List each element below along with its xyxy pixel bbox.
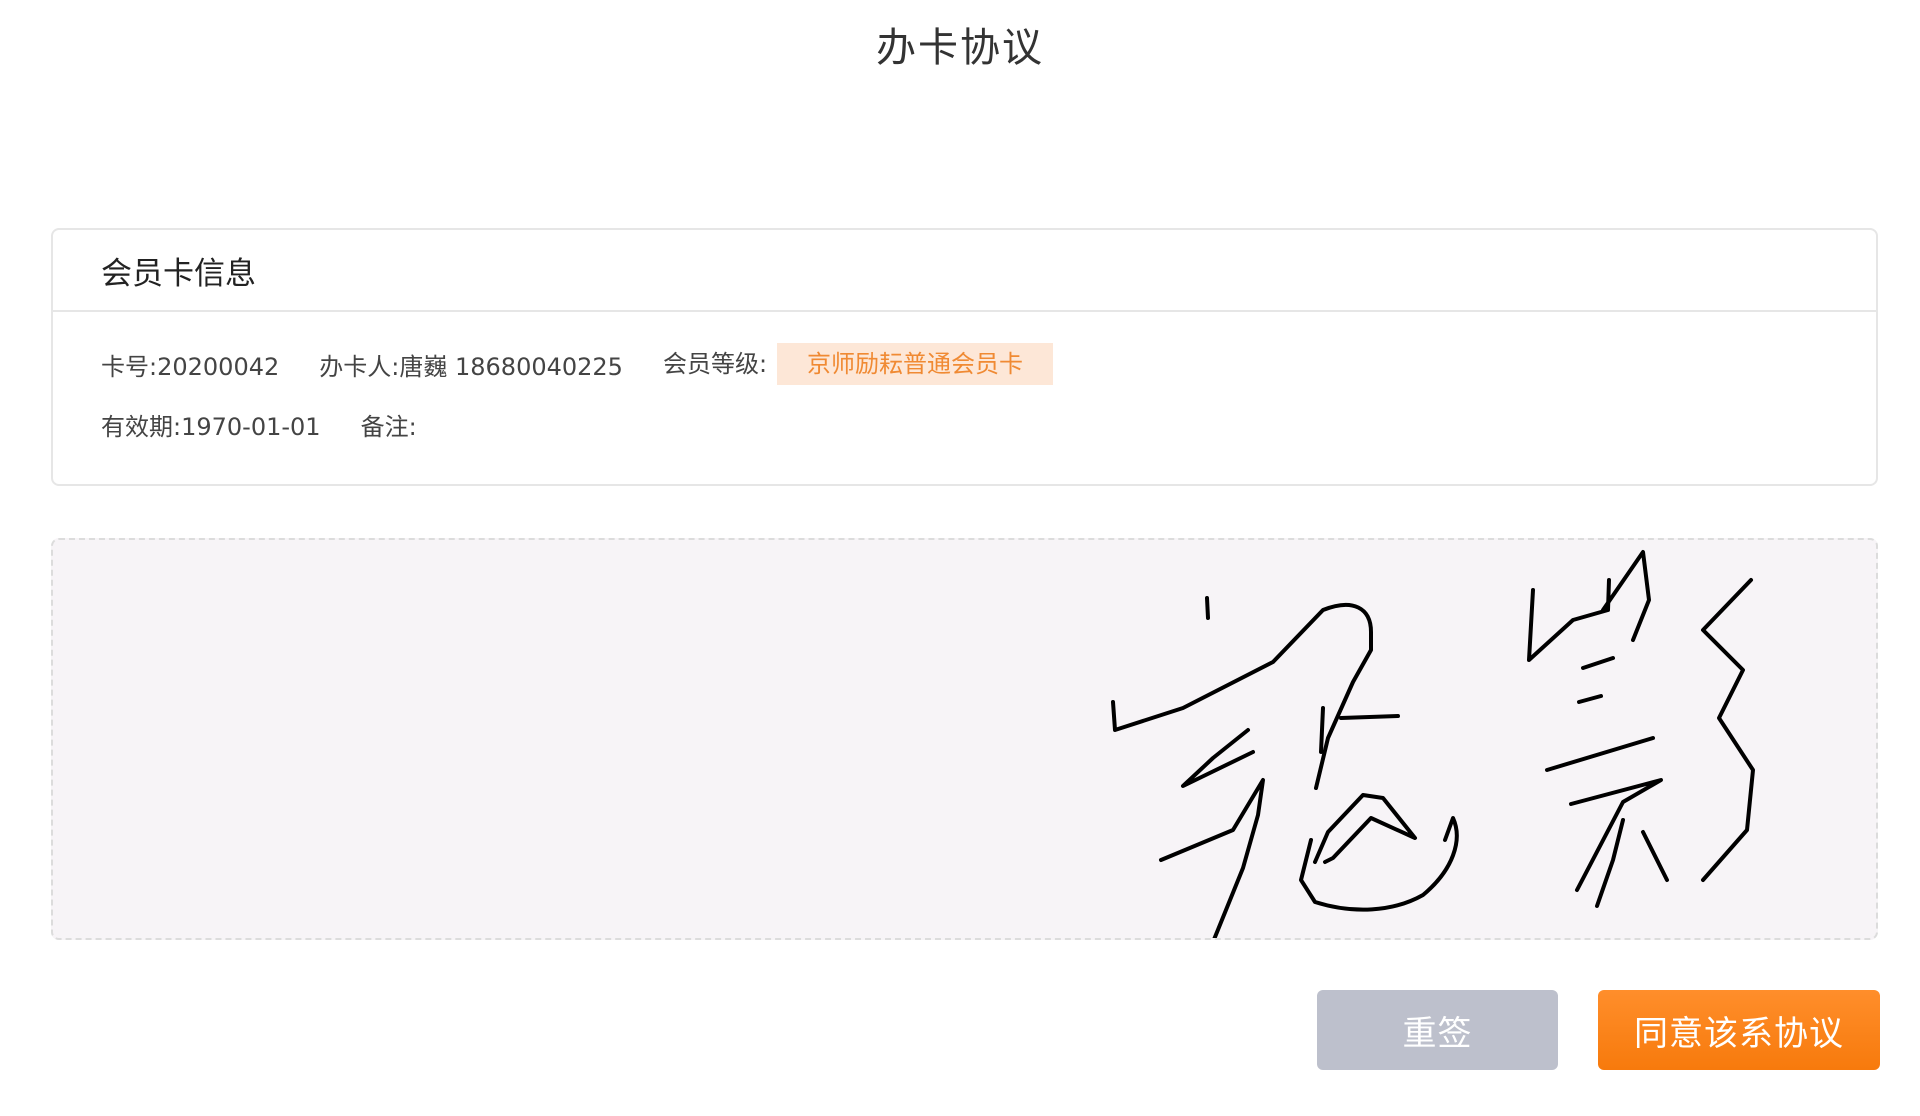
card-number-value: 20200042 — [157, 352, 280, 381]
info-row-secondary: 有效期:1970-01-01 备注: — [101, 402, 1876, 446]
card-holder-label: 办卡人: — [319, 352, 400, 381]
remark-label: 备注: — [360, 412, 417, 441]
page: 办卡协议 会员卡信息 卡号:20200042 办卡人:唐巍 1868004022… — [0, 0, 1920, 1116]
card-holder: 办卡人:唐巍 18680040225 — [319, 347, 623, 382]
panel-header: 会员卡信息 — [53, 230, 1876, 312]
validity-value: 1970-01-01 — [181, 412, 321, 441]
panel-body: 卡号:20200042 办卡人:唐巍 18680040225 会员等级: 京师励耘… — [53, 312, 1876, 446]
member-card-info-panel: 会员卡信息 卡号:20200042 办卡人:唐巍 18680040225 会员等… — [51, 228, 1878, 486]
member-level: 会员等级: 京师励耘普通会员卡 — [662, 343, 1054, 385]
resign-button[interactable]: 重签 — [1317, 990, 1558, 1070]
signature-pad[interactable] — [51, 538, 1878, 940]
card-number-label: 卡号: — [101, 352, 158, 381]
member-level-badge: 京师励耘普通会员卡 — [777, 343, 1054, 385]
member-level-label: 会员等级: — [662, 350, 768, 378]
card-holder-phone: 18680040225 — [454, 352, 623, 381]
remark: 备注: — [361, 407, 417, 442]
info-row-primary: 卡号:20200042 办卡人:唐巍 18680040225 会员等级: 京师励耘… — [101, 342, 1876, 386]
validity-label: 有效期: — [101, 412, 182, 441]
signature-drawing — [1111, 550, 1755, 938]
validity: 有效期:1970-01-01 — [101, 407, 321, 442]
agree-agreement-button[interactable]: 同意该系协议 — [1598, 990, 1880, 1070]
card-holder-name: 唐巍 — [399, 352, 448, 381]
page-title: 办卡协议 — [876, 25, 1044, 71]
card-number: 卡号:20200042 — [101, 347, 279, 382]
